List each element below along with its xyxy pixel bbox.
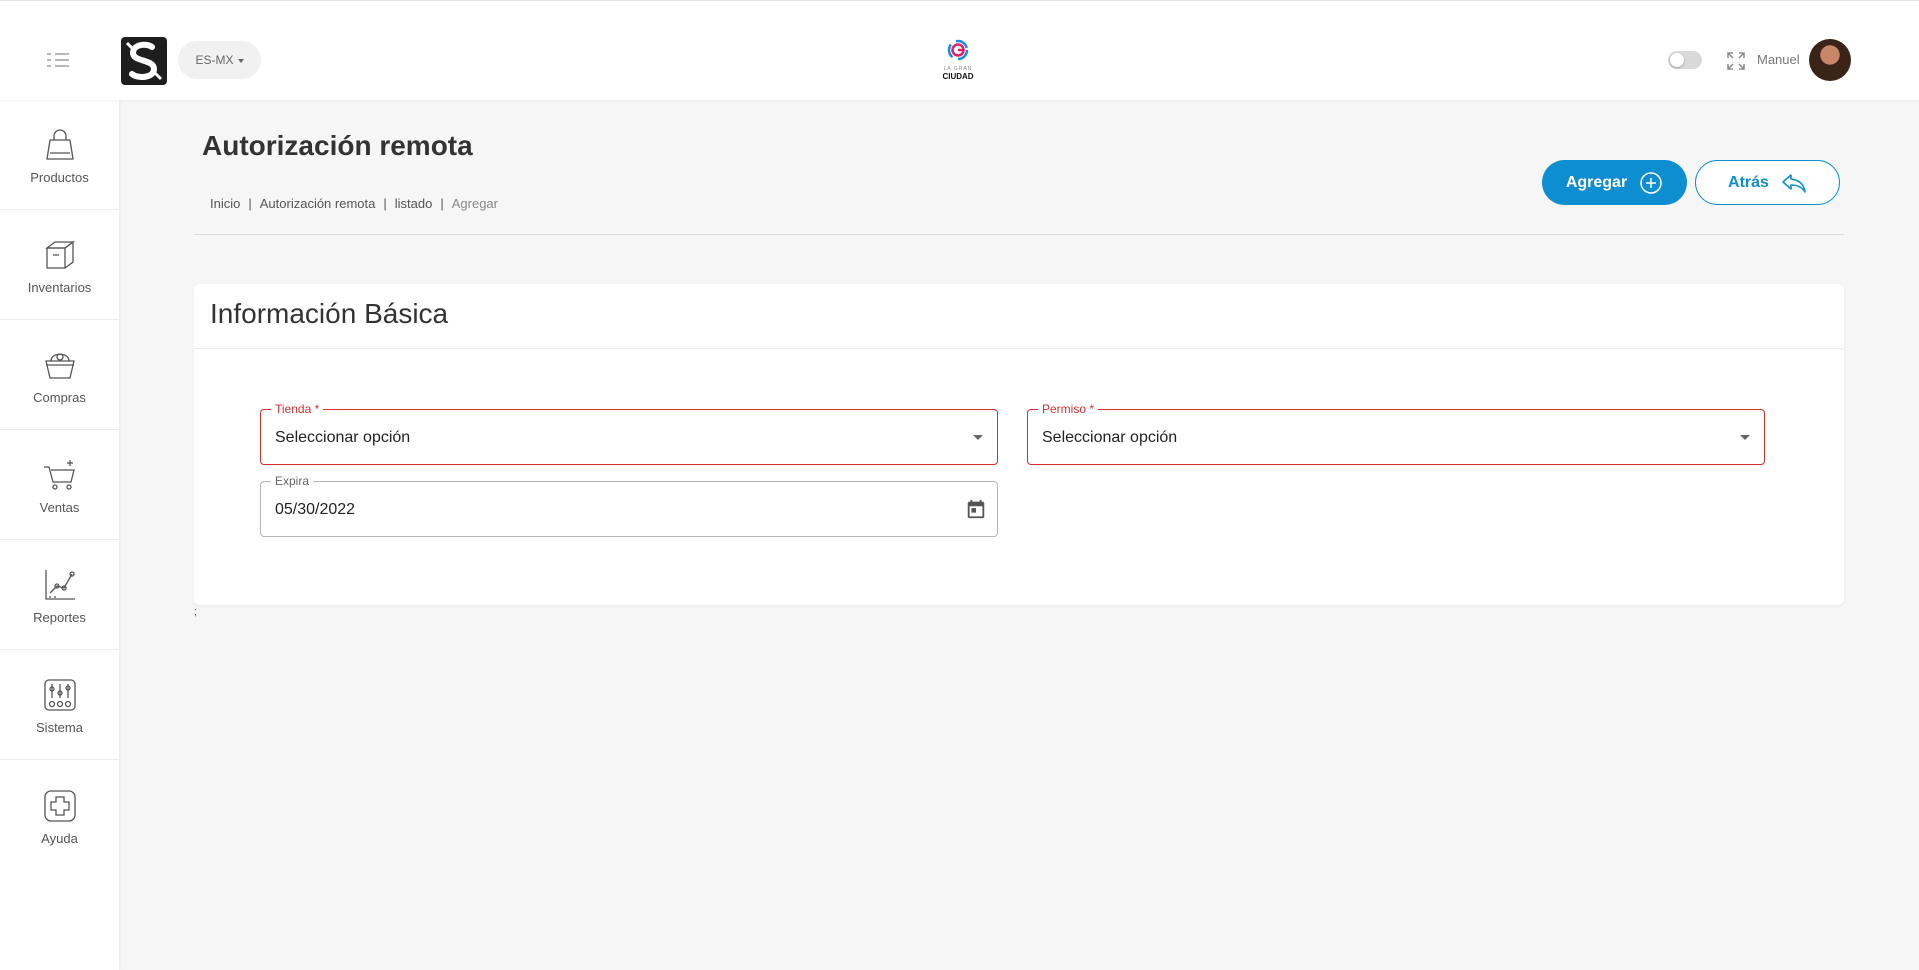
box-icon: [44, 240, 75, 269]
calendar-icon[interactable]: [965, 498, 987, 520]
sidebar-item-label: Inventarios: [27, 280, 92, 295]
expira-value: 05/30/2022: [275, 501, 356, 518]
sidebar-item-label: Productos: [30, 170, 89, 185]
tienda-select[interactable]: Tienda * Seleccionar opción: [260, 402, 998, 465]
sidebar-item-ayuda[interactable]: Ayuda: [0, 760, 119, 870]
user-name[interactable]: Manuel: [1757, 52, 1800, 67]
sidebar-item-label: Sistema: [36, 720, 83, 735]
basic-info-card: Información Básica Tienda * Seleccionar …: [194, 284, 1844, 605]
add-button[interactable]: Agregar: [1542, 160, 1687, 205]
breadcrumb-separator: |: [383, 196, 387, 211]
sidebar-item-reportes[interactable]: Reportes: [0, 540, 119, 650]
company-logo-mark-icon: [947, 39, 969, 61]
breadcrumb-separator: |: [248, 196, 252, 211]
sidebar-item-sistema[interactable]: Sistema: [0, 650, 119, 760]
bag-icon: [45, 129, 74, 160]
sidebar-item-inventarios[interactable]: Inventarios: [0, 210, 119, 320]
chart-icon: [44, 570, 75, 600]
sliders-icon: [43, 679, 76, 711]
card-divider: [194, 348, 1844, 349]
company-logo: LA GRAN CIUDAD: [930, 39, 986, 83]
brand-logo[interactable]: [121, 37, 167, 85]
back-button[interactable]: Atrás: [1695, 160, 1840, 205]
toggle-knob: [1670, 53, 1684, 67]
dropdown-arrow-icon: [1740, 435, 1750, 440]
tienda-value: Seleccionar opción: [275, 429, 411, 446]
sidebar-item-productos[interactable]: Productos: [0, 100, 119, 210]
language-label: ES-MX: [195, 53, 234, 67]
tienda-label: Tienda *: [271, 402, 324, 416]
expira-date-field[interactable]: Expira 05/30/2022: [260, 474, 998, 537]
help-plus-icon: [43, 789, 76, 822]
fullscreen-icon[interactable]: [1727, 52, 1745, 70]
top-header: ES-MX LA GRAN CIUDAD Manuel: [0, 0, 1919, 100]
theme-toggle[interactable]: [1668, 51, 1702, 69]
sidebar: Productos Inventarios Compras Ventas Rep…: [0, 100, 119, 970]
reply-arrow-icon: [1782, 173, 1806, 193]
company-logo-line2: CIUDAD: [942, 72, 974, 81]
sidebar-item-label: Compras: [33, 390, 86, 405]
breadcrumb-current: Agregar: [451, 196, 498, 211]
permiso-label: Permiso *: [1038, 402, 1099, 416]
avatar[interactable]: [1809, 39, 1851, 81]
basket-icon: [44, 353, 75, 379]
breadcrumb-separator: |: [440, 196, 444, 211]
sidebar-item-label: Ayuda: [41, 830, 78, 846]
breadcrumb-autorizacion[interactable]: Autorización remota: [260, 196, 376, 211]
permiso-value: Seleccionar opción: [1042, 429, 1178, 446]
page-title: Autorización remota: [202, 130, 473, 161]
menu-toggle-icon[interactable]: [46, 51, 70, 69]
stray-text: ;: [194, 606, 198, 618]
language-selector[interactable]: ES-MX: [178, 41, 261, 79]
sidebar-item-compras[interactable]: Compras: [0, 320, 119, 430]
breadcrumb: Inicio | Autorización remota | listado |…: [210, 196, 498, 211]
cart-icon: [43, 460, 75, 490]
sidebar-item-ventas[interactable]: Ventas: [0, 430, 119, 540]
add-button-label: Agregar: [1565, 173, 1628, 191]
header-divider: [194, 234, 1844, 235]
breadcrumb-inicio[interactable]: Inicio: [210, 196, 240, 211]
sidebar-item-label: Ventas: [39, 500, 80, 515]
caret-down-icon: [237, 58, 244, 63]
section-title: Información Básica: [210, 298, 449, 329]
plus-circle-icon: [1640, 171, 1662, 194]
dropdown-arrow-icon: [973, 435, 983, 440]
sidebar-item-label: Reportes: [33, 610, 86, 625]
permiso-select[interactable]: Permiso * Seleccionar opción: [1027, 402, 1765, 465]
back-button-label: Atrás: [1728, 173, 1769, 191]
breadcrumb-listado[interactable]: listado: [395, 196, 433, 211]
expira-label: Expira: [271, 474, 314, 488]
